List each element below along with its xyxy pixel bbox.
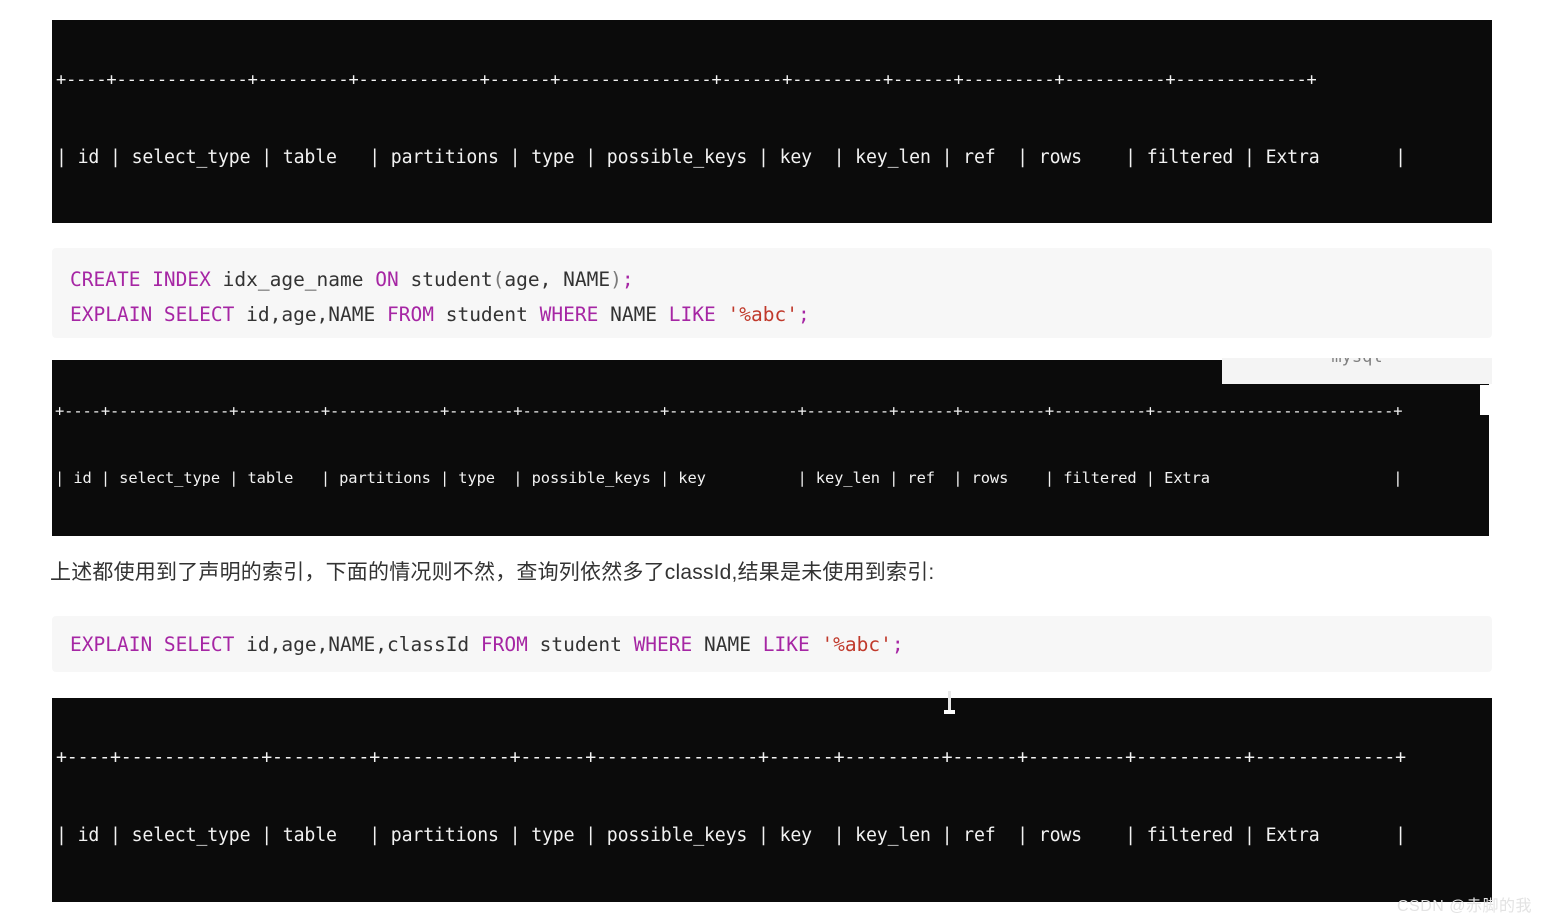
sql-semicolon: ; (891, 633, 904, 656)
sql-select-columns: id,age,NAME (234, 303, 387, 326)
sql-keyword-from: FROM (480, 633, 528, 656)
sql-semicolon-2: ; (797, 303, 810, 326)
code-line-1: EXPLAIN SELECT id,age,NAME,classId FROM … (70, 627, 1474, 662)
table-rule-top: +----+-------------+---------+----------… (56, 70, 1317, 90)
csdn-watermark: CSDN @赤脚的我 (1396, 898, 1532, 915)
code-line-2: EXPLAIN SELECT id,age,NAME FROM student … (70, 297, 1474, 332)
sql-select-columns: id,age,NAME,classId (234, 633, 481, 656)
page-root: +----+-------------+---------+----------… (0, 0, 1546, 924)
sql-keyword-where: WHERE (633, 633, 693, 656)
sql-keyword-explain-select: EXPLAIN SELECT (70, 303, 235, 326)
table-header-row: | id | select_type | table | partitions … (55, 469, 1403, 487)
sql-keyword-from: FROM (387, 303, 434, 326)
sql-string-literal: '%abc' (727, 303, 798, 326)
sql-index-name: idx_age_name (210, 268, 376, 291)
sql-where-column: NAME (598, 303, 669, 326)
table-rule-mid: +----+-------------+---------+----------… (52, 218, 1492, 223)
code-line-1: CREATE INDEX idx_age_name ON student(age… (70, 262, 1474, 297)
terminal-right-edge-gap (1480, 385, 1489, 415)
sql-paren-open: ( (492, 268, 505, 291)
sql-string-literal: '%abc' (821, 633, 892, 656)
sql-keyword-on: ON (375, 268, 399, 291)
terminal-output-2: +----+-------------+---------+----------… (52, 360, 1489, 536)
sql-keyword-like: LIKE (668, 303, 716, 326)
sql-keyword-where: WHERE (539, 303, 599, 326)
sql-from-table: student (527, 633, 634, 656)
table-rule-top: +----+-------------+---------+----------… (56, 747, 1406, 768)
code-block-create-index[interactable]: CREATE INDEX idx_age_name ON student(age… (52, 248, 1492, 338)
table-rule-top: +----+-------------+---------+----------… (55, 402, 1403, 420)
sql-keyword-create-index: CREATE INDEX (70, 268, 211, 291)
body-paragraph: 上述都使用到了声明的索引，下面的情况则不然，查询列依然多了classId,结果是… (50, 561, 935, 584)
window-title-bar-mysql[interactable]: mysql (1222, 358, 1492, 384)
terminal-output-1: +----+-------------+---------+----------… (52, 20, 1492, 223)
terminal-output-3: +----+-------------+---------+----------… (52, 698, 1492, 902)
window-title-label: mysql (1222, 358, 1492, 366)
sql-space (810, 633, 822, 656)
sql-where-column: NAME (692, 633, 763, 656)
sql-from-table: student (433, 303, 540, 326)
sql-space (716, 303, 728, 326)
sql-keyword-explain-select: EXPLAIN SELECT (70, 633, 235, 656)
table-header-row: | id | select_type | table | partitions … (56, 825, 1406, 846)
sql-index-columns: age, NAME (504, 268, 611, 291)
table-rule-mid: +----+-------------+---------+----------… (52, 530, 1489, 536)
sql-semicolon-1: ; (621, 268, 634, 291)
table-rule-mid: +----+-------------+---------+----------… (52, 896, 1492, 902)
table-header-row: | id | select_type | table | partitions … (56, 147, 1406, 168)
code-block-explain-classid[interactable]: EXPLAIN SELECT id,age,NAME,classId FROM … (52, 616, 1492, 672)
sql-keyword-like: LIKE (762, 633, 810, 656)
sql-paren-close: ) (610, 268, 622, 291)
sql-table-name: student (398, 268, 493, 291)
